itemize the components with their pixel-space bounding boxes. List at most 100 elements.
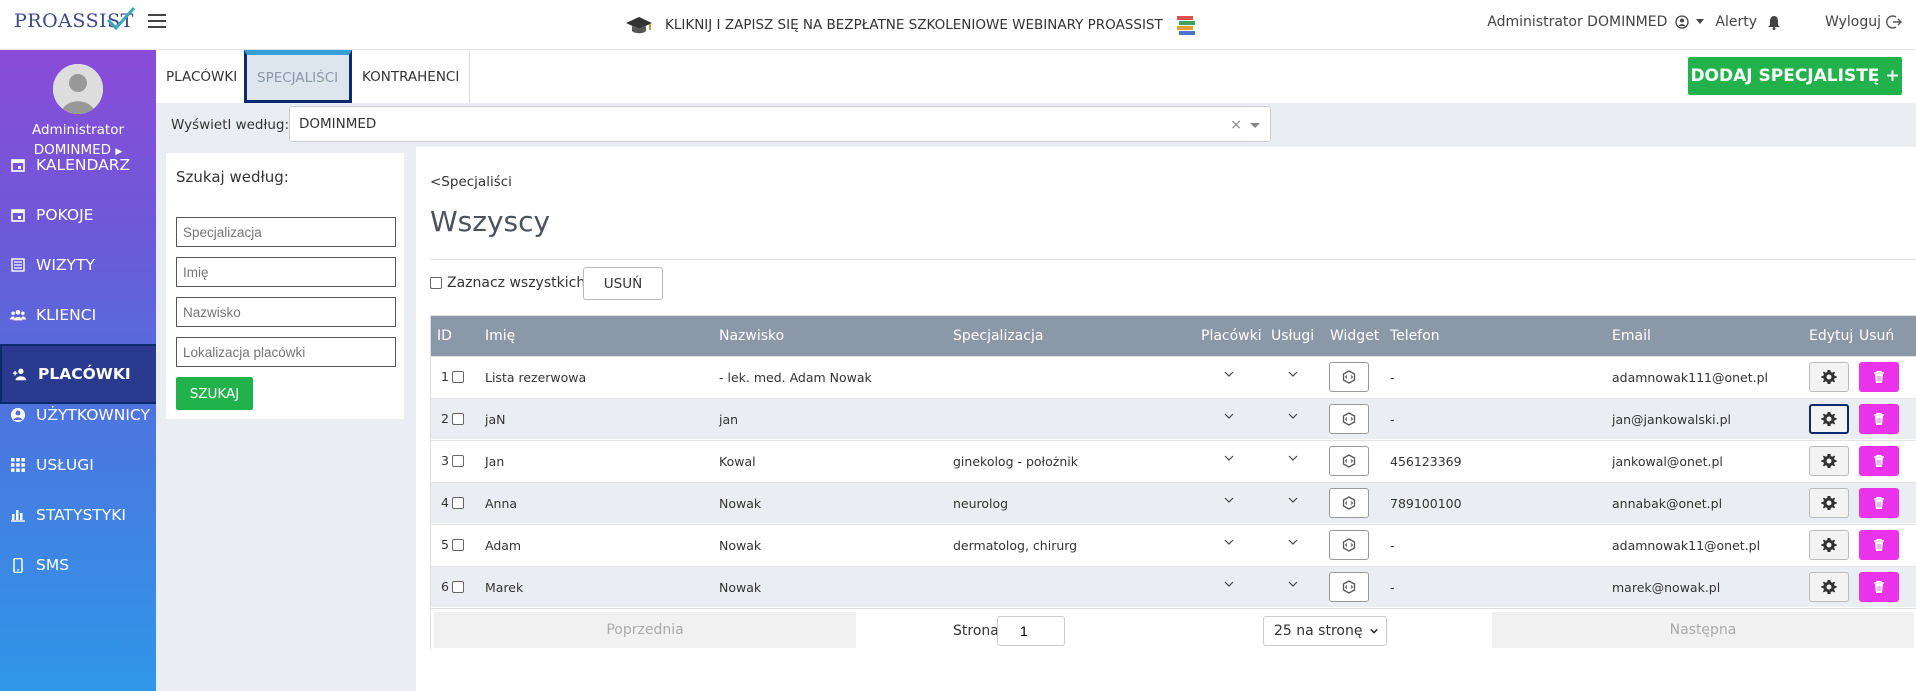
trash-icon bbox=[1874, 580, 1884, 593]
gear-icon bbox=[1821, 580, 1837, 594]
chevron-down-icon[interactable] bbox=[1250, 123, 1260, 128]
gear-icon bbox=[1821, 454, 1837, 468]
chevron-down-icon[interactable] bbox=[1224, 537, 1234, 547]
breadcrumb[interactable]: <Specjaliści bbox=[430, 174, 512, 190]
add-specialist-button[interactable]: DODAJ SPECJALISTĘ + bbox=[1688, 57, 1902, 95]
edit-button[interactable] bbox=[1809, 572, 1849, 602]
chevron-down-icon[interactable] bbox=[1288, 579, 1298, 589]
widget-button[interactable] bbox=[1329, 488, 1369, 518]
code-icon bbox=[1342, 370, 1356, 384]
user-menu[interactable]: Administrator DOMINMED bbox=[1487, 14, 1667, 30]
chevron-down-icon[interactable] bbox=[1224, 579, 1234, 589]
per-page-select[interactable]: 25 na stronę bbox=[1263, 616, 1387, 646]
select-all-checkbox[interactable] bbox=[430, 277, 442, 289]
table-row: 3 Jan Kowal ginekolog - położnik 4561233… bbox=[431, 440, 1916, 481]
row-last-name: - lek. med. Adam Nowak bbox=[719, 370, 872, 385]
chevron-down-icon[interactable] bbox=[1224, 369, 1234, 379]
delete-button[interactable] bbox=[1859, 362, 1899, 392]
sidebar-item-wizyty[interactable]: WIZYTY bbox=[0, 243, 156, 287]
logo[interactable]: PROASSIST bbox=[14, 6, 136, 32]
chevron-down-icon[interactable] bbox=[1288, 537, 1298, 547]
tab-placowki[interactable]: PLACÓWKI bbox=[156, 50, 247, 103]
chevron-down-icon[interactable] bbox=[1224, 411, 1234, 421]
row-id: 6 bbox=[441, 579, 449, 594]
row-checkbox[interactable] bbox=[452, 371, 464, 383]
bell-icon[interactable] bbox=[1767, 15, 1781, 30]
widget-button[interactable] bbox=[1329, 530, 1369, 560]
logout-icon[interactable] bbox=[1886, 14, 1902, 30]
select-all[interactable]: Zaznacz wszystkich bbox=[430, 275, 585, 291]
chevron-down-icon[interactable] bbox=[1224, 495, 1234, 505]
clear-icon[interactable]: × bbox=[1230, 117, 1242, 133]
delete-button[interactable] bbox=[1859, 404, 1899, 434]
sidebar-item-sms[interactable]: SMS bbox=[0, 543, 156, 587]
delete-button[interactable] bbox=[1859, 572, 1899, 602]
search-button[interactable]: SZUKAJ bbox=[176, 377, 253, 410]
select-all-label: Zaznacz wszystkich bbox=[447, 275, 586, 291]
row-specialization: ginekolog - położnik bbox=[953, 454, 1078, 469]
widget-button[interactable] bbox=[1329, 446, 1369, 476]
menu-toggle-icon[interactable] bbox=[148, 14, 166, 28]
sidebar-item-label: STATYSTYKI bbox=[36, 506, 126, 524]
sidebar-item-uslugi[interactable]: USŁUGI bbox=[0, 443, 156, 487]
chevron-down-icon[interactable] bbox=[1288, 411, 1298, 421]
next-page-button[interactable]: Następna bbox=[1492, 612, 1914, 648]
edit-button[interactable] bbox=[1809, 362, 1849, 392]
avatar[interactable] bbox=[53, 64, 103, 114]
row-checkbox[interactable] bbox=[452, 413, 464, 425]
specialization-input[interactable] bbox=[176, 217, 396, 247]
chevron-down-icon[interactable] bbox=[1288, 495, 1298, 505]
delete-selected-button[interactable]: USUŃ bbox=[583, 267, 663, 300]
code-icon bbox=[1342, 496, 1356, 510]
logout-link[interactable]: Wyloguj bbox=[1825, 14, 1881, 30]
sidebar-item-uzytkownicy[interactable]: UŻYTKOWNICY bbox=[0, 393, 156, 437]
edit-button[interactable] bbox=[1809, 446, 1849, 476]
row-first-name: Lista rezerwowa bbox=[485, 370, 587, 385]
filter-label: Wyświetl według: bbox=[171, 117, 289, 133]
page-number-input[interactable] bbox=[997, 616, 1065, 646]
delete-button[interactable] bbox=[1859, 530, 1899, 560]
edit-button[interactable] bbox=[1809, 488, 1849, 518]
widget-button[interactable] bbox=[1329, 362, 1369, 392]
delete-button[interactable] bbox=[1859, 446, 1899, 476]
tab-specjalisci[interactable]: SPECJALIŚCI bbox=[244, 50, 352, 103]
row-checkbox[interactable] bbox=[452, 539, 464, 551]
sidebar-item-kalendarz[interactable]: KALENDARZ bbox=[0, 143, 156, 187]
delete-button[interactable] bbox=[1859, 488, 1899, 518]
sidebar-item-klienci[interactable]: KLIENCI bbox=[0, 293, 156, 337]
filter-select[interactable]: DOMINMED × bbox=[289, 106, 1271, 142]
alerts-link[interactable]: Alerty bbox=[1715, 14, 1757, 30]
row-last-name: Nowak bbox=[719, 580, 762, 595]
row-id: 1 bbox=[441, 369, 449, 384]
chevron-down-icon[interactable] bbox=[1288, 369, 1298, 379]
first-name-input[interactable] bbox=[176, 257, 396, 287]
location-input[interactable] bbox=[176, 337, 396, 367]
edit-button[interactable] bbox=[1809, 404, 1849, 434]
chevron-down-icon[interactable] bbox=[1288, 453, 1298, 463]
tab-kontrahenci[interactable]: KONTRAHENCI bbox=[352, 50, 471, 103]
chevron-down-icon[interactable] bbox=[1224, 453, 1234, 463]
last-name-input[interactable] bbox=[176, 297, 396, 327]
widget-button[interactable] bbox=[1329, 572, 1369, 602]
row-email: marek@nowak.pl bbox=[1612, 580, 1721, 595]
table-row: 4 Anna Nowak neurolog 789100100 annabak@… bbox=[431, 482, 1916, 523]
webinar-banner[interactable]: KLIKNIJ I ZAPISZ SIĘ NA BEZPŁATNE SZKOLE… bbox=[625, 10, 1197, 40]
widget-button[interactable] bbox=[1329, 404, 1369, 434]
sidebar-item-statystyki[interactable]: STATYSTYKI bbox=[0, 493, 156, 537]
row-checkbox[interactable] bbox=[452, 581, 464, 593]
row-first-name: jaN bbox=[485, 412, 506, 427]
sidebar-item-label: KALENDARZ bbox=[36, 156, 131, 174]
caret-down-icon[interactable] bbox=[1695, 18, 1705, 26]
sidebar-item-pokoje[interactable]: POKOJE bbox=[0, 193, 156, 237]
previous-page-button[interactable]: Poprzednia bbox=[434, 612, 856, 648]
table-row: 6 Marek Nowak - marek@nowak.pl bbox=[431, 566, 1916, 607]
trash-icon bbox=[1874, 496, 1884, 509]
code-icon bbox=[1342, 454, 1356, 468]
grid-icon bbox=[10, 457, 26, 473]
edit-button[interactable] bbox=[1809, 530, 1849, 560]
page-label: Strona bbox=[953, 623, 999, 639]
row-email: adamnowak111@onet.pl bbox=[1612, 370, 1769, 385]
row-checkbox[interactable] bbox=[452, 455, 464, 467]
row-checkbox[interactable] bbox=[452, 497, 464, 509]
col-facilities: Placówki bbox=[1201, 328, 1262, 344]
